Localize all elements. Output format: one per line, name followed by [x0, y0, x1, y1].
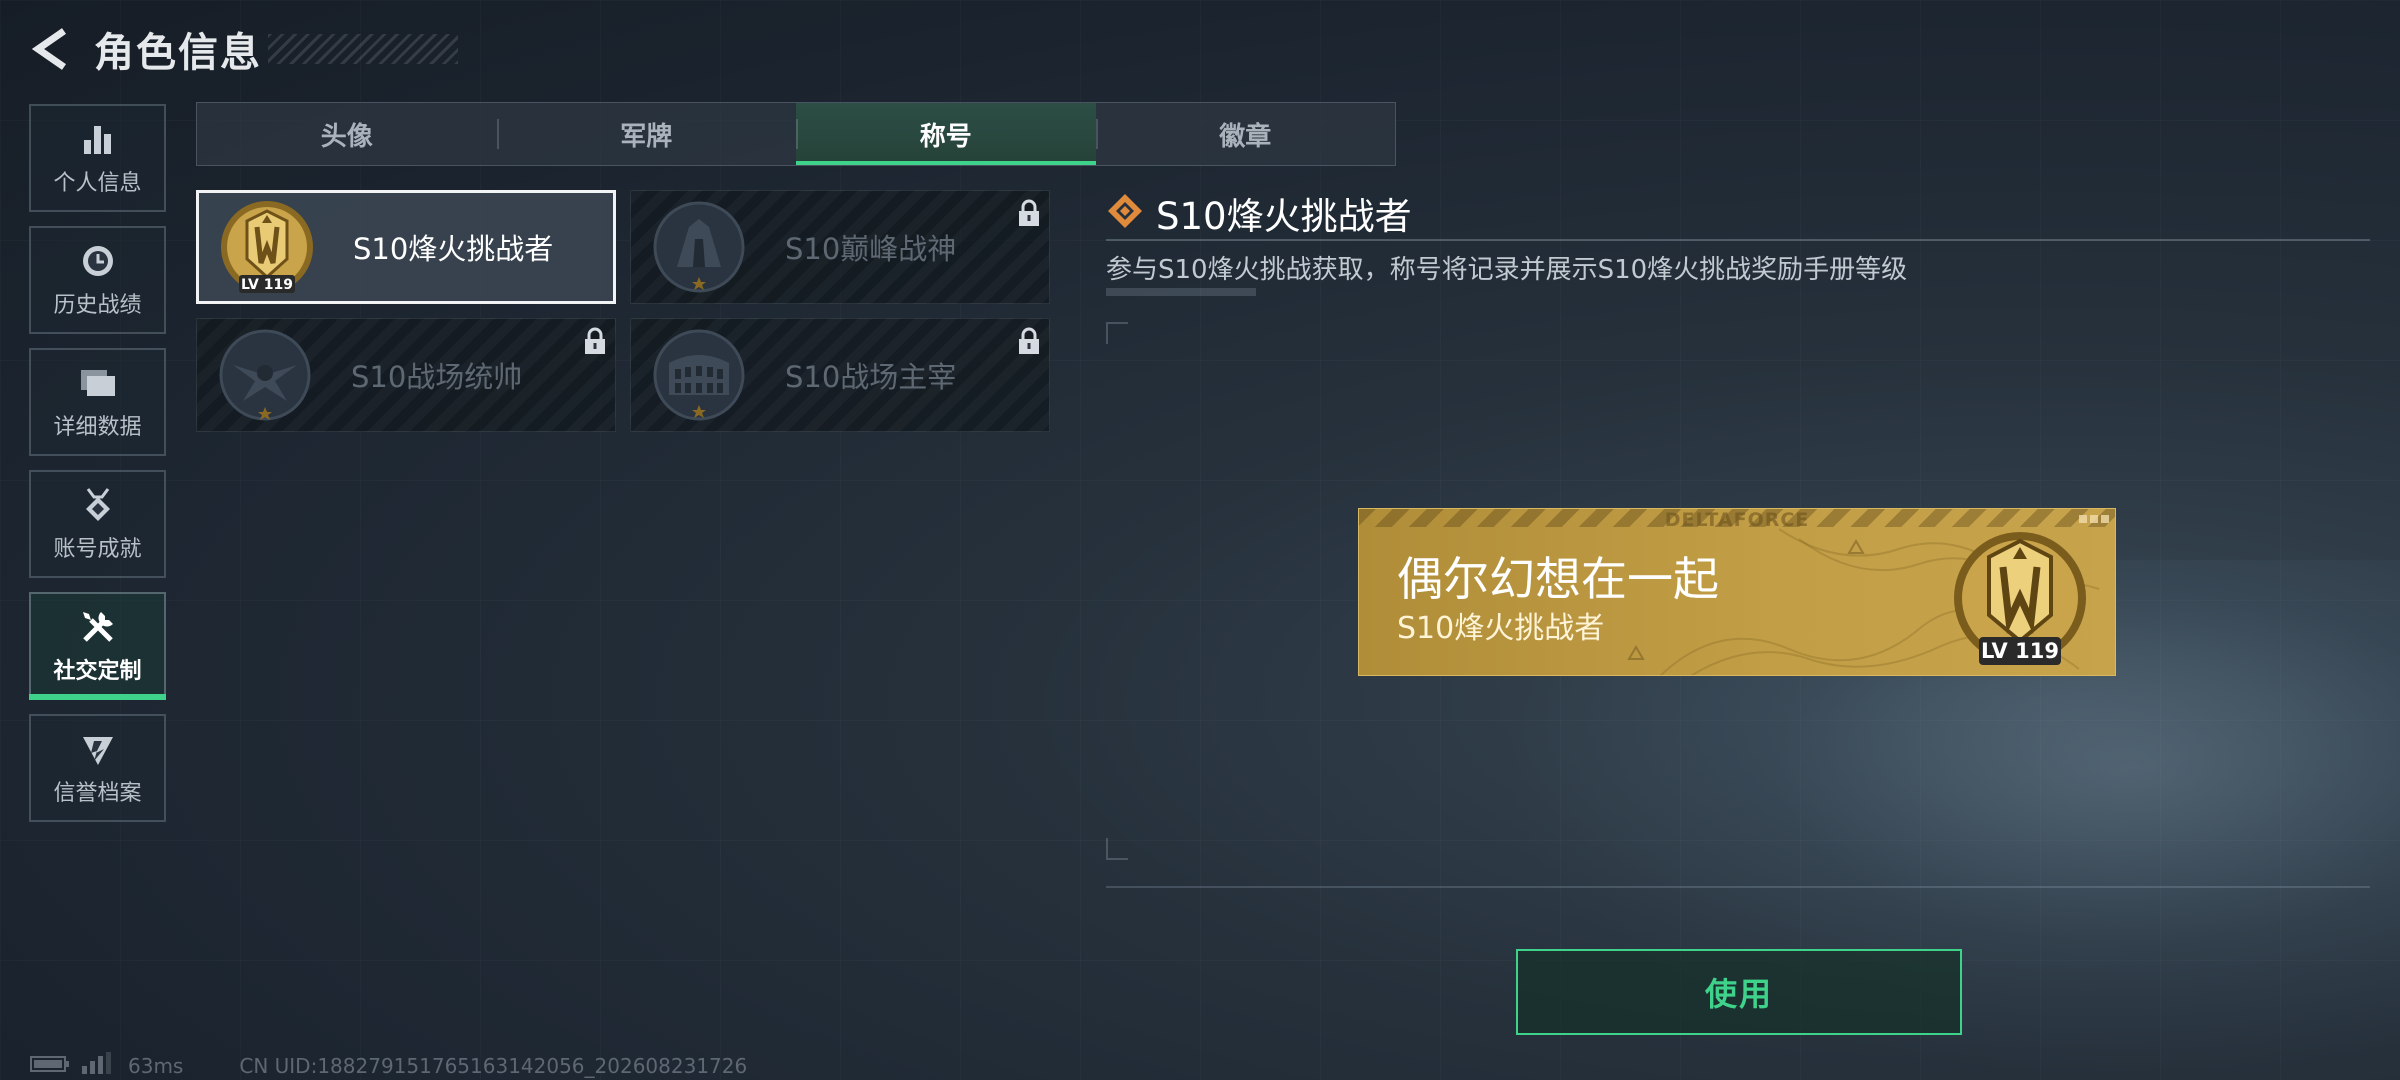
medal-icon	[78, 485, 118, 525]
banner-level-text: LV 119	[1981, 639, 2059, 663]
back-arrow-icon[interactable]	[28, 25, 72, 73]
diamond-title-icon	[1106, 192, 1144, 234]
emblem-level-text: LV 119	[241, 277, 293, 293]
battery-icon	[30, 1054, 70, 1078]
sidebar-item-social-custom[interactable]: 社交定制	[29, 592, 166, 700]
colosseum-emblem-icon	[649, 325, 749, 425]
sidebar-item-achievements[interactable]: 账号成就	[29, 470, 166, 578]
sidebar-item-personal-info[interactable]: 个人信息	[29, 104, 166, 212]
sidebar: 个人信息 历史战绩 详细数据 账号成就 社交定制 信誉档案	[29, 104, 166, 836]
detail-title: S10烽火挑战者	[1156, 195, 1412, 238]
detail-divider	[1106, 239, 2370, 241]
commander-emblem-icon	[215, 325, 315, 425]
title-card-name: S10战场统帅	[351, 360, 523, 394]
detail-header: S10烽火挑战者	[1106, 186, 1412, 240]
sidebar-item-label: 个人信息	[53, 171, 142, 196]
tab-avatar[interactable]: 头像	[197, 103, 497, 165]
use-button-label: 使用	[1704, 975, 1773, 1013]
title-nameplate-preview: DELTAFORCE 偶尔幻想在一起 S10烽火挑战者 LV 119	[1358, 508, 2116, 676]
lock-icon	[1017, 327, 1041, 355]
title-card-name: S10巅峰战神	[785, 232, 957, 266]
use-button[interactable]: 使用	[1516, 949, 1962, 1035]
tab-badge[interactable]: 徽章	[1095, 103, 1396, 165]
tools-icon	[78, 607, 118, 647]
title-card-name: S10战场主宰	[785, 360, 957, 394]
preview-frame-corner	[1106, 838, 1128, 860]
peak-emblem-icon	[649, 197, 749, 297]
header: 角色信息	[28, 22, 458, 76]
title-card-s10-commander[interactable]: S10战场统帅	[196, 318, 616, 432]
title-card-s10-dominator[interactable]: S10战场主宰	[630, 318, 1050, 432]
detail-decoration	[1106, 288, 1256, 296]
ping-text: 63ms	[128, 1053, 184, 1078]
lock-icon	[1017, 199, 1041, 227]
clock-icon	[78, 241, 118, 281]
sidebar-item-credit-record[interactable]: 信誉档案	[29, 714, 166, 822]
detail-description: 参与S10烽火挑战获取，称号将记录并展示S10烽火挑战奖励手册等级	[1106, 255, 1908, 285]
sidebar-item-label: 社交定制	[53, 659, 142, 684]
status-footer: 63ms CN UID:18827915176516314​2056_20260…	[30, 1052, 747, 1079]
bar-chart-icon	[78, 119, 118, 159]
sidebar-item-label: 历史战绩	[53, 293, 142, 318]
shield-icon	[78, 729, 118, 769]
gold-emblem-icon: LV 119	[217, 197, 317, 297]
sidebar-item-label: 详细数据	[53, 415, 142, 440]
sidebar-item-history[interactable]: 历史战绩	[29, 226, 166, 334]
title-card-name: S10烽火挑战者	[353, 232, 554, 266]
tab-dog-tag[interactable]: 军牌	[496, 103, 797, 165]
banner-nickname: 偶尔幻想在一起	[1397, 552, 1719, 606]
sidebar-item-detailed-data[interactable]: 详细数据	[29, 348, 166, 456]
page-title: 角色信息	[94, 30, 262, 76]
tab-bar: 头像 军牌 称号 徽章	[196, 102, 1396, 166]
signal-icon	[80, 1052, 112, 1079]
uid-text: CN UID:18827915176516314​2056_2026082317…	[239, 1053, 748, 1078]
preview-frame-bottom-line	[1106, 886, 2370, 888]
title-card-s10-peak-god[interactable]: S10巅峰战神	[630, 190, 1050, 304]
banner-title: S10烽火挑战者	[1397, 611, 1605, 646]
sidebar-item-label: 账号成就	[53, 537, 142, 562]
tab-title[interactable]: 称号	[796, 103, 1096, 165]
title-card-s10-challenger[interactable]: LV 119 S10烽火挑战者	[196, 190, 616, 304]
sidebar-item-label: 信誉档案	[53, 781, 142, 806]
banner-gold-emblem-icon: LV 119	[1945, 523, 2095, 673]
title-decoration	[268, 34, 458, 64]
folders-icon	[78, 363, 118, 403]
lock-icon	[583, 327, 607, 355]
preview-frame-corner	[1106, 322, 1128, 344]
